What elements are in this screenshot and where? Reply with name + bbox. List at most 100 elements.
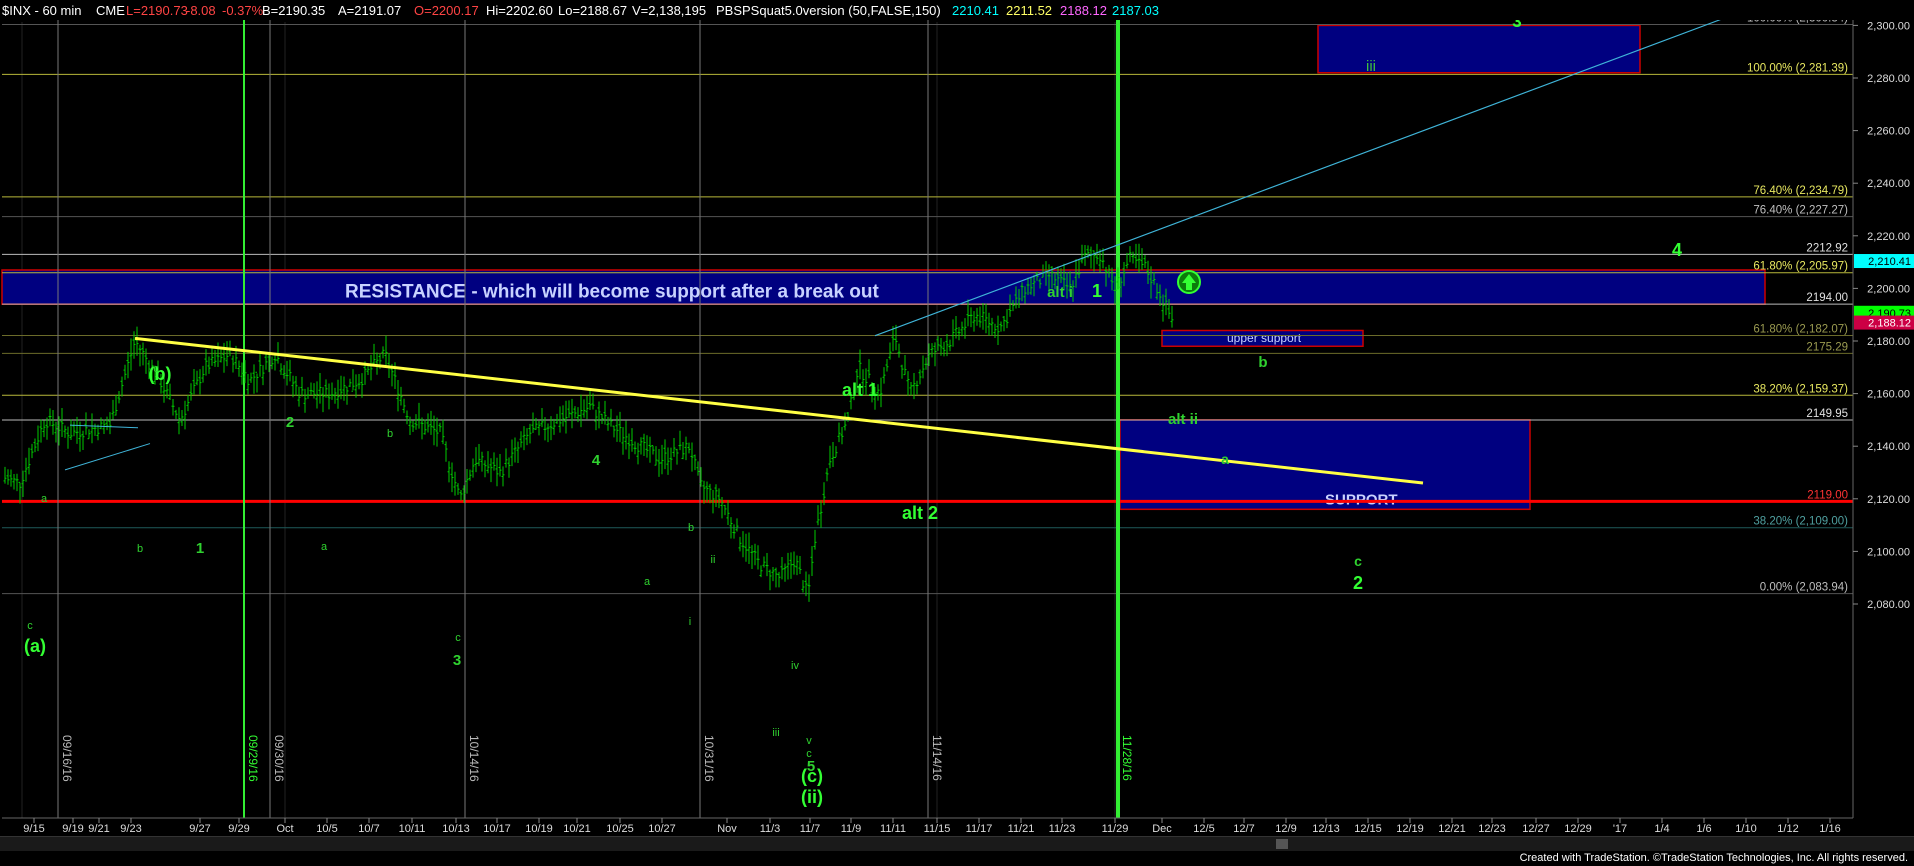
symbol-header: $INX - 60 min CME L=2190.73 -8.08 -0.37%…	[0, 0, 1914, 20]
net-change: -8.08	[186, 3, 216, 18]
open-price: O=2200.17	[414, 3, 479, 18]
wave-label: iii	[772, 727, 779, 739]
target-zone-label: iii	[1366, 58, 1376, 75]
bid-price: B=2190.35	[262, 3, 326, 18]
price-axis: 2,080.00 2,100.00 2,120.00 2,140.00 2,160.00…	[1852, 20, 1914, 820]
level-label: 2119.00	[1807, 489, 1848, 501]
level-label: 76.40% (2,234.79)	[1753, 185, 1848, 197]
x-tick-label: Oct	[276, 823, 293, 835]
wave-label: c	[1354, 553, 1362, 569]
copyright-footer: Created with TradeStation. ©TradeStation…	[1519, 852, 1908, 864]
x-tick-label: 10/7	[358, 823, 379, 835]
x-tick-label: 1/16	[1819, 823, 1840, 835]
y-tick-label: 2,220.00	[1867, 231, 1910, 243]
x-tick-label: 12/27	[1522, 823, 1550, 835]
x-tick-label: 10/13	[442, 823, 470, 835]
x-tick-label: 9/15	[23, 823, 44, 835]
x-tick-label: 11/11	[880, 823, 906, 835]
y-tick-label: 2,080.00	[1867, 599, 1910, 611]
wave-label: 1	[196, 540, 204, 557]
indicator-name: PBSPSquat5.0version (50,FALSE,150)	[716, 3, 941, 18]
time-scrollbar[interactable]	[0, 836, 1914, 851]
level-label: 2175.29	[1806, 341, 1848, 353]
chart-background	[0, 0, 1914, 866]
last-price: L=2190.73	[126, 3, 188, 18]
price-tag-label: 2,210.41	[1868, 256, 1911, 268]
x-tick-label: 9/29	[228, 823, 249, 835]
x-tick-label: 12/5	[1193, 823, 1214, 835]
level-label: 2212.92	[1806, 242, 1848, 254]
indicator-value-4: 2187.03	[1112, 3, 1159, 18]
exchange-label: CME	[96, 3, 125, 18]
wave-label: 2	[286, 414, 294, 431]
wave-label: a	[644, 576, 651, 588]
wave-label: (b)	[149, 364, 172, 384]
level-label: 61.80% (2,182.07)	[1753, 324, 1848, 336]
wave-label: 2	[1353, 573, 1363, 593]
x-tick-label: 12/9	[1275, 823, 1296, 835]
date-marker-label: 11/14/16	[930, 735, 944, 781]
wave-label: b	[137, 543, 143, 555]
percent-change: -0.37%	[222, 3, 264, 18]
wave-label: alt 2	[902, 503, 938, 523]
zone-resistance	[1, 269, 1766, 305]
high-price: Hi=2202.60	[486, 3, 553, 18]
wave-label: ii	[711, 554, 716, 566]
x-tick-label: 10/19	[525, 823, 553, 835]
wave-label: c	[153, 363, 159, 375]
level-label: 76.40% (2,227.27)	[1753, 205, 1848, 217]
y-tick-label: 2,260.00	[1867, 126, 1910, 138]
wave-label: a	[1221, 451, 1229, 467]
x-tick-label: 12/19	[1396, 823, 1424, 835]
level-label: 38.20% (2,109.00)	[1753, 516, 1848, 528]
x-tick-label: 12/13	[1312, 823, 1340, 835]
wave-label: a	[41, 493, 48, 505]
up-arrow-icon	[1177, 270, 1201, 294]
x-tick-label: 12/23	[1478, 823, 1506, 835]
price-chart[interactable]: RESISTANCE - which will become support a…	[0, 0, 1914, 866]
wave-label: 4	[592, 452, 601, 469]
date-marker-label: 09/30/16	[272, 735, 286, 782]
y-tick-label: 2,160.00	[1867, 389, 1910, 401]
indicator-value-1: 2210.41	[952, 3, 999, 18]
wave-label: 3	[453, 652, 461, 669]
wave-label: alt 1	[842, 380, 878, 400]
wave-label: alt ii	[1168, 411, 1198, 428]
y-tick-label: 2,100.00	[1867, 546, 1910, 558]
wave-label: alt i	[1047, 284, 1073, 301]
x-tick-label: 10/5	[316, 823, 337, 835]
y-tick-label: 2,280.00	[1867, 73, 1910, 85]
x-tick-label: 12/15	[1354, 823, 1382, 835]
x-tick-label: 1/10	[1735, 823, 1756, 835]
y-tick-label: 2,200.00	[1867, 283, 1910, 295]
y-tick-label: 2,140.00	[1867, 441, 1910, 453]
scrollbar-thumb[interactable]	[1276, 839, 1288, 849]
wave-label: b	[688, 522, 694, 534]
wave-label: c	[455, 632, 461, 644]
volume: V=2,138,195	[632, 3, 707, 18]
level-label: 38.20% (2,159.37)	[1753, 383, 1848, 395]
symbol-label: $INX - 60 min	[2, 3, 82, 18]
resistance-zone-label: RESISTANCE - which will become support a…	[345, 282, 880, 303]
y-tick-label: 2,120.00	[1867, 494, 1910, 506]
level-label: 0.00% (2,083.94)	[1760, 582, 1848, 594]
y-tick-label: 2,300.00	[1867, 20, 1910, 32]
level-label: 2194.00	[1806, 292, 1848, 304]
x-tick-label: 1/6	[1696, 823, 1711, 835]
wave-label: b	[387, 428, 393, 440]
upper-support-label: upper support	[1227, 331, 1302, 345]
x-tick-label: 11/3	[760, 823, 781, 835]
level-label: 2149.95	[1806, 408, 1848, 420]
wave-label: a	[321, 541, 328, 553]
price-tag-label: 2,188.12	[1868, 318, 1911, 330]
level-label: 61.80% (2,205.97)	[1753, 261, 1848, 273]
x-tick-label: 9/23	[120, 823, 141, 835]
x-tick-label: Nov	[717, 823, 737, 835]
date-marker-label: 10/14/16	[467, 735, 481, 782]
x-tick-label: 1/4	[1654, 823, 1669, 835]
y-tick-label: 2,180.00	[1867, 336, 1910, 348]
x-tick-label: '17	[1613, 823, 1627, 835]
wave-label: (c)	[801, 766, 823, 786]
date-marker-label: 09/16/16	[60, 735, 74, 782]
x-tick-label: 11/9	[841, 823, 862, 835]
